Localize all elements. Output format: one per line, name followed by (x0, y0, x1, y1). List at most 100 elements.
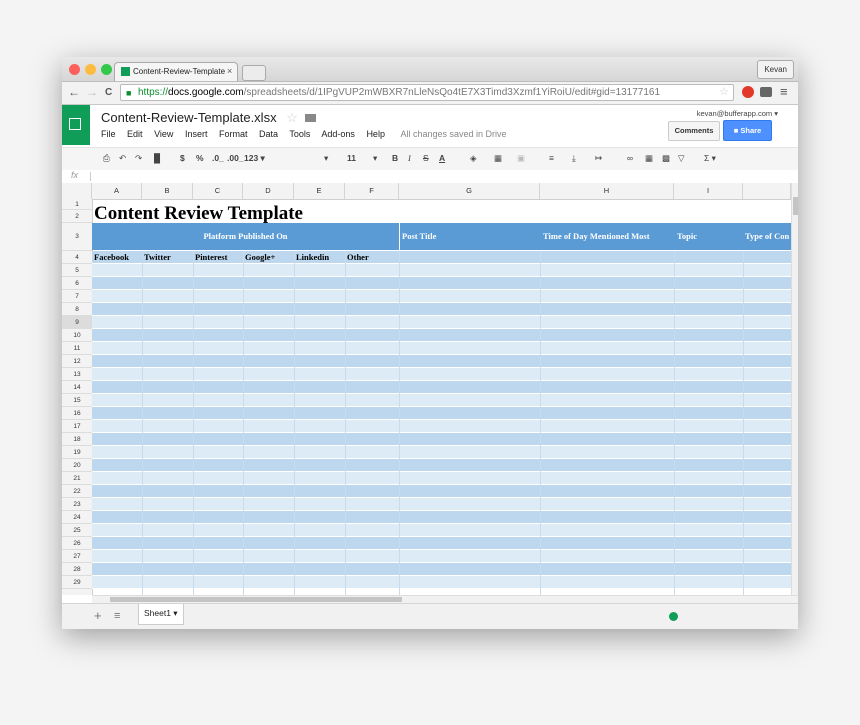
insert-chart-icon[interactable]: ▩ (662, 153, 670, 164)
row-header[interactable]: 16 (62, 407, 92, 420)
row-header[interactable]: 6 (62, 277, 92, 290)
column-header[interactable]: G (399, 183, 540, 199)
share-button[interactable]: ■ Share (723, 120, 772, 141)
table-row[interactable] (92, 550, 791, 563)
table-row[interactable] (92, 459, 791, 472)
row-header[interactable]: 27 (62, 550, 92, 563)
vertical-align-icon[interactable]: ⤓ (572, 153, 576, 164)
table-row[interactable] (92, 277, 791, 290)
row-header[interactable]: 14 (62, 381, 92, 394)
table-row[interactable] (92, 433, 791, 446)
table-row[interactable] (92, 303, 791, 316)
menu-view[interactable]: View (154, 129, 173, 139)
table-row[interactable] (92, 537, 791, 550)
table-row[interactable] (92, 407, 791, 420)
menu-addons[interactable]: Add-ons (321, 129, 355, 139)
row-header[interactable]: 7 (62, 290, 92, 303)
platform-pinterest[interactable]: Pinterest (195, 252, 227, 262)
menu-insert[interactable]: Insert (185, 129, 208, 139)
menu-data[interactable]: Data (259, 129, 278, 139)
menu-help[interactable]: Help (366, 129, 385, 139)
fill-color-icon[interactable]: ◈ (470, 153, 477, 164)
platform-google-plus[interactable]: Google+ (245, 252, 275, 262)
folder-icon[interactable] (305, 114, 317, 122)
row-header[interactable]: 10 (62, 329, 92, 342)
browser-menu-icon[interactable]: ≡ (780, 84, 788, 99)
table-row[interactable] (92, 316, 791, 329)
column-header[interactable]: I (674, 183, 743, 199)
row-header[interactable]: 26 (62, 537, 92, 550)
row-header[interactable]: 4 (62, 251, 92, 264)
minimize-window-icon[interactable] (85, 64, 96, 75)
bookmark-star-icon[interactable]: ☆ (719, 85, 729, 100)
more-formats-button[interactable]: 123 ▾ (244, 153, 265, 164)
profile-button[interactable]: Kevan (757, 60, 794, 79)
percent-format-button[interactable]: % (196, 153, 204, 163)
insert-comment-icon[interactable]: ▦ (645, 153, 653, 164)
header-type-of-content[interactable]: Type of Con (743, 223, 791, 250)
row-header[interactable]: 22 (62, 485, 92, 498)
header-topic[interactable]: Topic (675, 223, 744, 250)
vertical-scrollbar[interactable] (791, 183, 798, 595)
platform-twitter[interactable]: Twitter (144, 252, 171, 262)
header-post-title[interactable]: Post Title (400, 223, 542, 250)
comments-button[interactable]: Comments (668, 121, 720, 141)
cell-area[interactable]: Content Review Template Platform Publish… (92, 199, 791, 595)
strikethrough-button[interactable]: S (423, 153, 429, 163)
row-header[interactable]: 29 (62, 576, 92, 589)
text-wrap-icon[interactable]: ↦ (595, 153, 602, 164)
bold-button[interactable]: B (392, 153, 398, 163)
merge-cells-icon[interactable]: ▣ (517, 153, 525, 164)
insert-link-icon[interactable]: ∞ (627, 153, 633, 163)
browser-tab[interactable]: Content-Review-Template × (114, 62, 238, 81)
table-row[interactable] (92, 342, 791, 355)
horizontal-align-icon[interactable]: ≡ (549, 153, 554, 163)
column-header[interactable]: F (345, 183, 399, 199)
row-header[interactable]: 20 (62, 459, 92, 472)
column-header[interactable]: A (92, 183, 142, 199)
table-row[interactable] (92, 511, 791, 524)
close-window-icon[interactable] (69, 64, 80, 75)
font-size-field[interactable]: 11 (347, 153, 356, 163)
table-row[interactable] (92, 446, 791, 459)
table-row[interactable] (92, 394, 791, 407)
row-header[interactable]: 13 (62, 368, 92, 381)
url-field[interactable]: ■ https://docs.google.com/spreadsheets/d… (120, 84, 734, 101)
add-sheet-button[interactable]: + (94, 608, 102, 623)
sheets-logo-icon[interactable] (62, 105, 90, 145)
row-header[interactable]: 5 (62, 264, 92, 277)
row-header[interactable]: 21 (62, 472, 92, 485)
row-header[interactable]: 25 (62, 524, 92, 537)
borders-icon[interactable]: ▦ (494, 153, 502, 164)
table-row[interactable] (92, 381, 791, 394)
menu-edit[interactable]: Edit (127, 129, 143, 139)
table-row[interactable] (92, 563, 791, 576)
table-row[interactable] (92, 355, 791, 368)
header-time-of-day[interactable]: Time of Day Mentioned Most (541, 223, 675, 250)
zoom-window-icon[interactable] (101, 64, 112, 75)
row-header[interactable]: 3 (62, 223, 92, 251)
redo-icon[interactable]: ↷ (135, 153, 142, 164)
row-header[interactable]: 28 (62, 563, 92, 576)
table-row[interactable] (92, 485, 791, 498)
undo-icon[interactable]: ↶ (119, 153, 126, 164)
account-email[interactable]: kevan@bufferapp.com ▾ (697, 109, 778, 118)
currency-format-button[interactable]: $ (180, 153, 185, 163)
row-header[interactable]: 15 (62, 394, 92, 407)
forward-icon[interactable]: → (86, 85, 98, 99)
text-color-button[interactable]: A (439, 153, 445, 163)
table-row[interactable] (92, 524, 791, 537)
row-header[interactable]: 24 (62, 511, 92, 524)
pocket-extension-icon[interactable] (760, 87, 772, 97)
row-header[interactable]: 2 (62, 210, 92, 223)
all-sheets-icon[interactable]: ≡ (114, 610, 120, 622)
header-platform-published-on[interactable]: Platform Published On (92, 223, 399, 250)
decrease-decimal-button[interactable]: .0_ (212, 153, 224, 163)
italic-button[interactable]: I (408, 153, 411, 163)
table-row[interactable] (92, 576, 791, 589)
formula-bar[interactable]: fx (62, 170, 798, 184)
font-size-dropdown-icon[interactable]: ▾ (373, 153, 377, 164)
filter-icon[interactable]: ▽ (678, 153, 685, 164)
table-row[interactable] (92, 264, 791, 277)
sheet-tab-sheet1[interactable]: Sheet1 ▾ (138, 604, 184, 625)
